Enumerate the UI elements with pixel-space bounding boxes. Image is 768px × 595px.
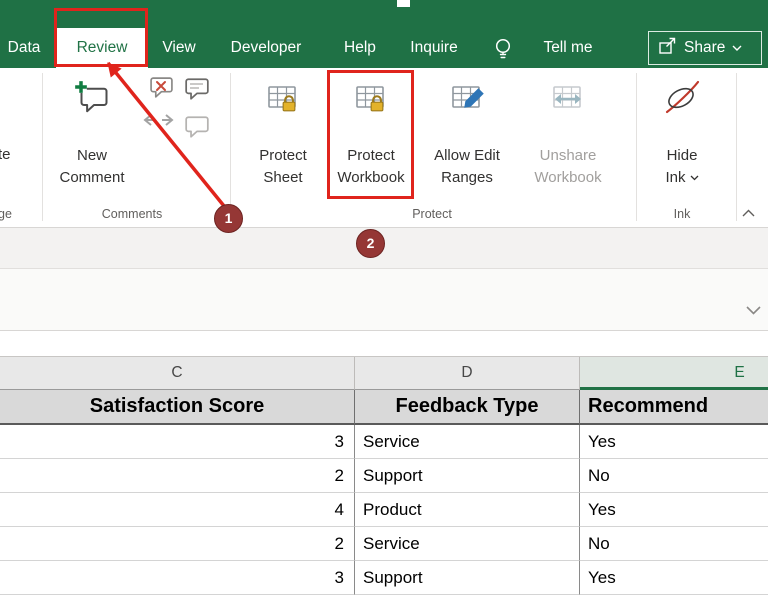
chevron-down-icon xyxy=(690,175,698,181)
group-divider xyxy=(736,73,737,221)
allow-edit-ranges-label: Allow Edit Ranges xyxy=(434,147,500,186)
translate-button-fragment[interactable]: te xyxy=(0,146,11,163)
group-divider xyxy=(42,73,43,221)
formula-bar-expand-icon[interactable] xyxy=(746,302,761,320)
cell[interactable]: 4 xyxy=(0,493,355,527)
hide-ink-button[interactable]: Hide Ink xyxy=(648,71,716,223)
allow-edit-ranges-button[interactable]: Allow Edit Ranges xyxy=(418,71,516,223)
cell[interactable]: Product xyxy=(355,493,580,527)
column-header-d[interactable]: D xyxy=(355,357,580,390)
comments-group-label: Comments xyxy=(101,207,163,221)
table-row: 3 Service Yes xyxy=(0,425,768,459)
cell[interactable]: 3 xyxy=(0,425,355,459)
table-row: 2 Support No xyxy=(0,459,768,493)
collapse-ribbon-button[interactable] xyxy=(742,204,755,222)
unshare-workbook-label: Unshare Workbook xyxy=(534,147,602,186)
cell[interactable]: 3 xyxy=(0,561,355,595)
tab-data[interactable]: Data xyxy=(0,28,48,68)
cell[interactable]: 2 xyxy=(0,527,355,561)
protect-sheet-label: Protect Sheet xyxy=(259,147,307,186)
tab-help[interactable]: Help xyxy=(330,28,390,68)
language-group-label-fragment: ge xyxy=(0,207,12,221)
annotation-step-badge-2: 2 xyxy=(356,229,385,258)
new-comment-label: New Comment xyxy=(59,147,125,186)
previous-comment-button[interactable] xyxy=(141,112,157,133)
hide-ink-icon xyxy=(663,79,701,122)
annotation-step-badge-1: 1 xyxy=(214,204,243,233)
annotation-box-protect-workbook xyxy=(327,70,414,199)
cell[interactable]: No xyxy=(580,527,768,561)
header-cell-satisfaction-score[interactable]: Satisfaction Score xyxy=(0,390,355,425)
table-row: 2 Service No xyxy=(0,527,768,561)
cell[interactable]: Support xyxy=(355,561,580,595)
next-comment-button[interactable] xyxy=(160,112,176,133)
tab-view[interactable]: View xyxy=(152,28,206,68)
cell[interactable]: Support xyxy=(355,459,580,493)
protect-group-label: Protect xyxy=(412,207,452,221)
table-row: 3 Support Yes xyxy=(0,561,768,595)
annotation-box-review xyxy=(54,8,148,67)
group-divider xyxy=(636,73,637,221)
cell[interactable]: Service xyxy=(355,527,580,561)
tab-inquire[interactable]: Inquire xyxy=(396,28,472,68)
column-header-e[interactable]: E xyxy=(580,357,768,390)
group-divider xyxy=(230,73,231,221)
chevron-down-icon xyxy=(732,39,742,57)
hide-ink-label-line1: Hide xyxy=(666,147,698,164)
column-header-c[interactable]: C xyxy=(0,357,355,390)
table-row: 4 Product Yes xyxy=(0,493,768,527)
tab-developer[interactable]: Developer xyxy=(212,28,320,68)
cell[interactable]: Yes xyxy=(580,425,768,459)
share-icon xyxy=(658,37,677,60)
hide-ink-label-line2: Ink xyxy=(665,169,686,186)
titlebar-artifact xyxy=(397,0,410,7)
allow-edit-ranges-icon xyxy=(449,79,485,120)
ink-group-label: Ink xyxy=(673,207,691,221)
cell[interactable]: Yes xyxy=(580,561,768,595)
column-header-row: C D E xyxy=(0,356,768,390)
cell[interactable]: No xyxy=(580,459,768,493)
new-comment-icon xyxy=(73,79,111,122)
show-comments-button[interactable] xyxy=(183,75,211,108)
cell[interactable]: Service xyxy=(355,425,580,459)
tab-tell-me[interactable]: Tell me xyxy=(526,28,610,68)
new-comment-button[interactable]: New Comment xyxy=(50,71,134,223)
share-label: Share xyxy=(684,39,726,56)
cell[interactable]: 2 xyxy=(0,459,355,493)
header-cell-feedback-type[interactable]: Feedback Type xyxy=(355,390,580,425)
share-button[interactable]: Share xyxy=(648,31,762,65)
header-cell-recommend[interactable]: Recommend xyxy=(580,390,768,425)
delete-comment-button[interactable] xyxy=(148,74,175,106)
protect-sheet-button[interactable]: Protect Sheet xyxy=(246,71,320,223)
table-header-row: Satisfaction Score Feedback Type Recomme… xyxy=(0,390,768,425)
comment-bubble-icon[interactable] xyxy=(183,113,211,146)
unshare-workbook-icon xyxy=(550,79,586,120)
formula-bar-band xyxy=(0,269,768,331)
hide-ink-label: Hide Ink xyxy=(648,145,716,189)
lightbulb-icon xyxy=(493,37,513,68)
unshare-workbook-button[interactable]: Unshare Workbook xyxy=(518,71,618,223)
protect-sheet-icon xyxy=(265,79,301,120)
cell[interactable]: Yes xyxy=(580,493,768,527)
